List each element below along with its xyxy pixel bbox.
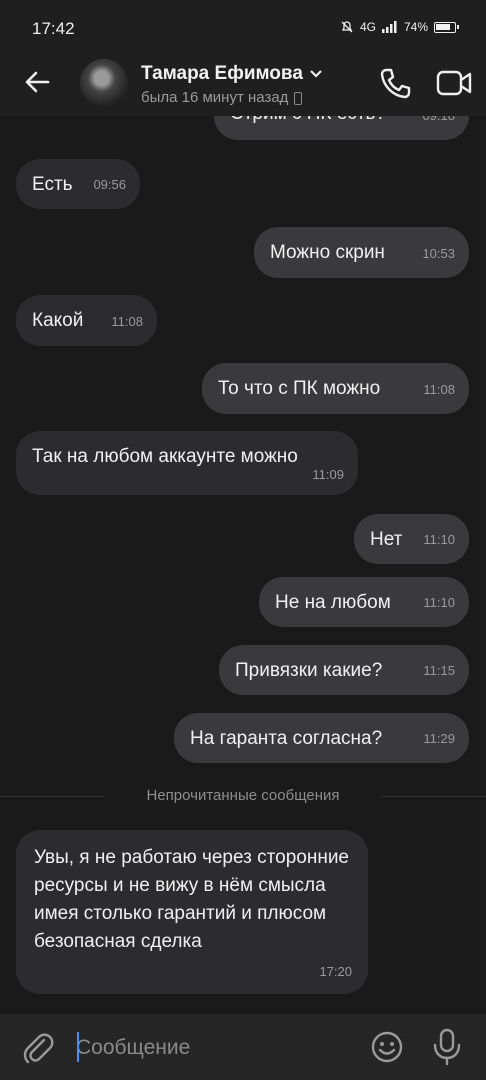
- divider-line-right: [381, 796, 486, 797]
- chevron-down-icon: [310, 70, 322, 78]
- message-input[interactable]: [76, 1032, 356, 1064]
- avatar[interactable]: [80, 59, 128, 107]
- smiley-icon[interactable]: [370, 1030, 404, 1064]
- message-text: Нет: [370, 529, 403, 550]
- contact-name[interactable]: Тамара Ефимова: [141, 63, 323, 85]
- message-text: Не на любом: [275, 592, 391, 613]
- message-bubble-outgoing[interactable]: Не на любом 11:10: [259, 577, 469, 627]
- message-time: 17:20: [319, 964, 352, 979]
- network-type: 4G: [359, 20, 376, 34]
- status-bar: 17:42 4G 74%: [0, 0, 486, 56]
- mute-bell-icon: [341, 21, 353, 33]
- signal-icon: [381, 21, 397, 33]
- message-time: 11:08: [111, 314, 143, 329]
- message-text: То что с ПК можно: [218, 378, 381, 399]
- message-time: 09:18: [422, 116, 455, 130]
- message-text: Стрим с ПК есть?: [230, 116, 386, 124]
- paperclip-icon[interactable]: [22, 1030, 54, 1064]
- message-bubble-outgoing[interactable]: Привязки какие? 11:15: [219, 645, 469, 695]
- message-text: Можно скрин: [270, 242, 385, 263]
- battery-percent: 74%: [403, 20, 428, 34]
- message-bubble-outgoing[interactable]: Нет 11:10: [354, 514, 469, 564]
- unread-divider: Непрочитанные сообщения: [0, 787, 486, 805]
- message-list[interactable]: Стрим с ПК есть? 09:18 Есть 09:56 Можно …: [0, 116, 486, 1014]
- message-time: 09:56: [93, 177, 126, 192]
- message-time: 11:15: [423, 663, 455, 678]
- message-text: Привязки какие?: [235, 660, 383, 681]
- message-bubble-outgoing[interactable]: То что с ПК можно 11:08: [202, 363, 469, 414]
- message-text: На гаранта согласна?: [190, 728, 383, 749]
- last-seen-text: была 16 минут назад: [141, 89, 289, 106]
- composer-bar: [0, 1014, 486, 1080]
- message-text: Увы, я не работаю через сторонние ресурс…: [34, 847, 349, 952]
- message-bubble-outgoing[interactable]: Стрим с ПК есть? 09:18: [214, 116, 469, 140]
- message-time: 11:09: [312, 467, 344, 482]
- message-bubble-incoming[interactable]: Так на любом аккаунте можно 11:09: [16, 431, 358, 495]
- message-bubble-outgoing[interactable]: Можно скрин 10:53: [254, 227, 469, 278]
- message-bubble-incoming[interactable]: Увы, я не работаю через сторонние ресурс…: [16, 830, 368, 994]
- phone-icon[interactable]: [378, 66, 412, 100]
- message-text: Так на любом аккаунте можно: [32, 446, 298, 467]
- message-time: 10:53: [422, 246, 455, 261]
- message-time: 11:10: [423, 595, 455, 610]
- message-time: 11:08: [423, 382, 455, 397]
- contact-name-text: Тамара Ефимова: [141, 63, 303, 84]
- message-bubble-outgoing[interactable]: На гаранта согласна? 11:29: [174, 713, 469, 763]
- video-camera-icon[interactable]: [436, 68, 472, 98]
- message-text: Есть: [32, 174, 73, 195]
- contact-status: была 16 минут назад: [141, 89, 303, 106]
- message-text: Какой: [32, 310, 84, 331]
- message-time: 11:10: [423, 532, 455, 547]
- text-cursor: [77, 1032, 79, 1062]
- chat-header: Тамара Ефимова была 16 минут назад: [0, 56, 486, 116]
- back-arrow-icon[interactable]: [22, 66, 54, 98]
- message-time: 11:29: [423, 731, 455, 746]
- mobile-device-icon: [294, 91, 303, 105]
- status-time: 17:42: [32, 19, 75, 38]
- message-bubble-incoming[interactable]: Какой 11:08: [16, 295, 157, 346]
- status-icons: 4G 74%: [340, 20, 459, 34]
- battery-icon: [434, 21, 459, 33]
- message-bubble-incoming[interactable]: Есть 09:56: [16, 159, 140, 209]
- microphone-icon[interactable]: [432, 1028, 462, 1066]
